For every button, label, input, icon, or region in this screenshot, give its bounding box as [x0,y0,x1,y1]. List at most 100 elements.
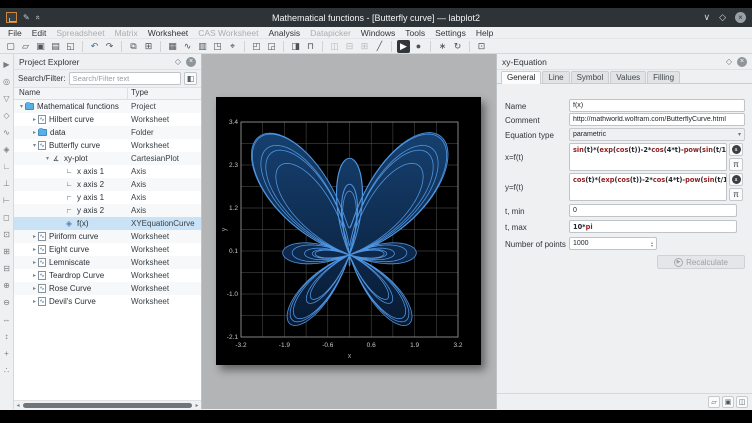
navigate-pointer-icon[interactable]: ▶ [397,40,410,53]
axis-left-icon[interactable]: ⊢ [1,192,13,209]
expand-arrow-icon[interactable]: ▸ [31,233,38,240]
search-input[interactable] [69,72,181,85]
save-default-icon[interactable]: ◫ [736,396,748,408]
zoom-in-icon[interactable]: ⊕ [1,277,13,294]
column-header-name[interactable]: Name [14,88,128,99]
maximize-button[interactable]: ◇ [719,12,726,23]
tree-row-x-axis-1[interactable]: ∟x axis 1Axis [14,165,201,178]
filter-options-button[interactable]: ◧ [184,72,197,85]
menu-file[interactable]: File [8,28,22,38]
crosshair-icon[interactable]: ◎ [1,73,13,90]
name-field[interactable] [569,99,745,112]
settings-gear-icon[interactable]: ∗ [436,40,449,53]
y-equation-field[interactable]: cos(t)*(exp(cos(t))-2*cos(4*t)-pow(sin(t… [569,173,727,201]
close-button[interactable]: × [735,12,746,23]
redo-icon[interactable]: ↷ [103,40,116,53]
expand-arrow-icon[interactable]: ▾ [31,142,38,149]
print-preview-icon[interactable]: ◱ [64,40,77,53]
tree-row-devil-s-curve[interactable]: ▸∿Devil's CurveWorksheet [14,295,201,308]
recalculate-button[interactable]: ▶ Recalculate [657,255,745,269]
worksheet-view[interactable]: -3.2-1.9-0.60.61.93.23.42.31.20.1-1.0-2.… [202,54,497,409]
column-header-type[interactable]: Type [128,88,201,99]
open-folder-icon[interactable]: ▱ [19,40,32,53]
grid-layout-icon[interactable]: ⊞ [358,40,371,53]
draw-line-icon[interactable]: ╱ [373,40,386,53]
t-max-field[interactable]: 10*pi [569,220,737,233]
tree-row-butterfly-curve[interactable]: ▾∿Butterfly curveWorksheet [14,139,201,152]
new-plot-icon[interactable]: ◳ [211,40,224,53]
expand-arrow-icon[interactable]: ▸ [31,129,38,136]
tree-row-teardrop-curve[interactable]: ▸∿Teardrop CurveWorksheet [14,269,201,282]
shift-y-icon[interactable]: ↕ [1,328,13,345]
horizontal-layout-icon[interactable]: ⊟ [343,40,356,53]
move-icon[interactable]: + [1,345,13,362]
new-datapicker-icon[interactable]: ⌖ [226,40,239,53]
float-dock-icon[interactable]: ◇ [726,57,732,66]
tree-row-y-axis-2[interactable]: ∟y axis 2Axis [14,204,201,217]
equation-type-select[interactable]: parametric ▾ [569,128,745,141]
minimize-button[interactable]: ∨ [703,12,710,23]
tree-row-data[interactable]: ▸dataFolder [14,126,201,139]
shape-pentagon-icon[interactable]: ▽ [1,90,13,107]
t-min-field[interactable] [569,204,737,217]
close-dock-icon[interactable]: × [186,57,196,67]
explorer-hscrollbar[interactable]: ◂ ▸ [14,400,201,409]
refresh-icon[interactable]: ↻ [451,40,464,53]
insert-function-button[interactable]: a [729,173,743,186]
tree-row-lemniscate[interactable]: ▸∿LemniscateWorksheet [14,256,201,269]
curve-tool-icon[interactable]: ∿ [1,124,13,141]
menu-settings[interactable]: Settings [435,28,466,38]
expand-arrow-icon[interactable]: ▾ [44,155,51,162]
tab-line[interactable]: Line [542,71,569,83]
new-document-icon[interactable]: ▢ [4,40,17,53]
tree-row-piriform-curve[interactable]: ▸∿Piriform curveWorksheet [14,230,201,243]
expand-arrow-icon[interactable]: ▸ [31,272,38,279]
comment-field[interactable] [569,113,745,126]
tree-row-hilbert-curve[interactable]: ▸∿Hilbert curveWorksheet [14,113,201,126]
tree-row-eight-curve[interactable]: ▸∿Eight curveWorksheet [14,243,201,256]
axis-corner-icon[interactable]: ∟ [1,158,13,175]
spinner-arrows-icon[interactable]: ▴▾ [651,241,653,247]
zoom-select-icon[interactable]: ● [412,40,425,53]
save-icon[interactable]: ▣ [34,40,47,53]
tab-filling[interactable]: Filling [647,71,680,83]
scroll-right-icon[interactable]: ▸ [193,402,201,409]
number-of-points-spinner[interactable]: 1000 ▴▾ [569,237,657,250]
menu-edit[interactable]: Edit [32,28,47,38]
scrollbar-thumb[interactable] [23,403,192,408]
expand-arrow-icon[interactable]: ▸ [31,246,38,253]
menu-help[interactable]: Help [476,28,493,38]
tree-row-mathematical-functions[interactable]: ▾Mathematical functionsProject [14,100,201,113]
menu-windows[interactable]: Windows [361,28,395,38]
insert-function-button[interactable]: a [729,143,743,156]
zoom-out-icon[interactable]: ⊖ [1,294,13,311]
new-page-icon[interactable]: ◰ [250,40,263,53]
expand-arrow-icon[interactable]: ▸ [31,116,38,123]
menu-tools[interactable]: Tools [405,28,425,38]
select-mode-icon[interactable]: ▶ [1,56,13,73]
scroll-left-icon[interactable]: ◂ [14,402,22,409]
grid-count-icon[interactable]: ⊡ [475,40,488,53]
undo-icon[interactable]: ↶ [88,40,101,53]
shift-x-icon[interactable]: ↔ [1,311,13,328]
tab-symbol[interactable]: Symbol [571,71,610,83]
tree-row-xy-plot[interactable]: ▾∡xy-plotCartesianPlot [14,152,201,165]
shade-icon[interactable]: « [33,15,42,19]
expand-arrow-icon[interactable]: ▸ [31,285,38,292]
axis-histogram-icon[interactable]: ⊥ [1,175,13,192]
tab-values[interactable]: Values [610,71,646,83]
new-matrix-icon[interactable]: ▦ [166,40,179,53]
insert-constant-button[interactable]: π [729,188,743,201]
tree-row-rose-curve[interactable]: ▸∿Rose CurveWorksheet [14,282,201,295]
menu-worksheet[interactable]: Worksheet [148,28,188,38]
expand-arrow-icon[interactable]: ▸ [31,259,38,266]
expand-arrow-icon[interactable]: ▾ [18,103,25,110]
tree-row-f-x-[interactable]: ◈f(x)XYEquationCurve [14,217,201,230]
save-config-icon[interactable]: ▣ [722,396,734,408]
zoom-x-icon[interactable]: ⊡ [1,226,13,243]
menu-analysis[interactable]: Analysis [269,28,301,38]
new-spreadsheet-icon[interactable]: ⊞ [142,40,155,53]
export-image-icon[interactable]: ◨ [289,40,302,53]
print-icon[interactable]: ▤ [49,40,62,53]
close-dock-icon[interactable]: × [737,57,747,67]
